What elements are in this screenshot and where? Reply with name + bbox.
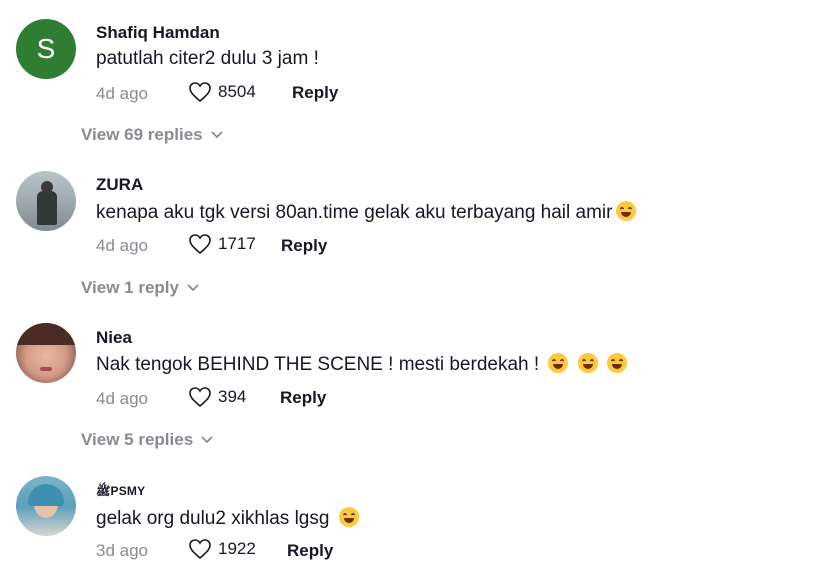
avatar[interactable] [16,171,76,231]
like-button[interactable]: 1922 [188,538,256,560]
comment-text: kenapa aku tgk versi 80an.time gelak aku… [96,201,637,224]
comment-author[interactable]: ZURA [96,175,143,195]
comment-time: 4d ago [96,84,148,103]
comment-author[interactable]: Niea [96,328,132,348]
comment-text-content: Nak tengok BEHIND THE SCENE ! mesti berd… [96,354,540,375]
comment-text: Nak tengok BEHIND THE SCENE ! mesti berd… [96,353,627,376]
comment-time: 4d ago [96,389,148,408]
view-replies-button[interactable]: View 69 replies [81,125,223,145]
view-replies-button[interactable]: View 5 replies [81,430,213,450]
avatar[interactable] [16,476,76,536]
laughing-emoji-icon [548,353,569,373]
view-replies-label: View 1 reply [81,278,179,297]
like-count: 1922 [218,539,256,558]
laughing-emoji-icon [616,201,637,221]
like-count: 8504 [218,82,256,101]
reply-button[interactable]: Reply [281,236,327,256]
view-replies-label: View 5 replies [81,430,194,449]
heart-outline-icon [189,387,211,408]
laughing-emoji-icon [577,353,598,373]
view-replies-button[interactable]: View 1 reply [81,278,199,298]
like-button[interactable]: 8504 [188,81,256,103]
like-count: 1717 [218,234,256,253]
laughing-emoji-icon [607,353,627,373]
reply-button[interactable]: Reply [280,388,326,408]
avatar[interactable] [16,323,76,383]
comment-author[interactable]: Shafiq Hamdan [96,23,220,43]
comment-text: gelak org dulu2 xikhlas lgsg [96,507,359,530]
heart-outline-icon [189,234,211,255]
comment-text-content: kenapa aku tgk versi 80an.time gelak aku… [96,202,613,223]
view-replies-label: View 69 replies [81,125,203,144]
heart-outline-icon [189,82,211,103]
laughing-emoji-icon [338,507,359,527]
like-count: 394 [218,387,247,406]
comment-text-content: gelak org dulu2 xikhlas lgsg [96,508,330,529]
like-button[interactable]: 1717 [188,233,256,255]
comment-time: 4d ago [96,236,148,255]
reply-button[interactable]: Reply [287,541,333,561]
chevron-down-icon [210,131,223,139]
comment-time: 3d ago [96,541,148,560]
comment-author[interactable]: ﷺPSMY [96,484,145,501]
comment-text: patutlah citer2 dulu 3 jam ! [96,48,319,69]
chevron-down-icon [187,284,199,292]
reply-button[interactable]: Reply [292,83,338,103]
like-button[interactable]: 394 [188,386,246,408]
heart-outline-icon [189,539,211,560]
chevron-down-icon [201,436,213,444]
avatar[interactable]: S [16,19,76,79]
